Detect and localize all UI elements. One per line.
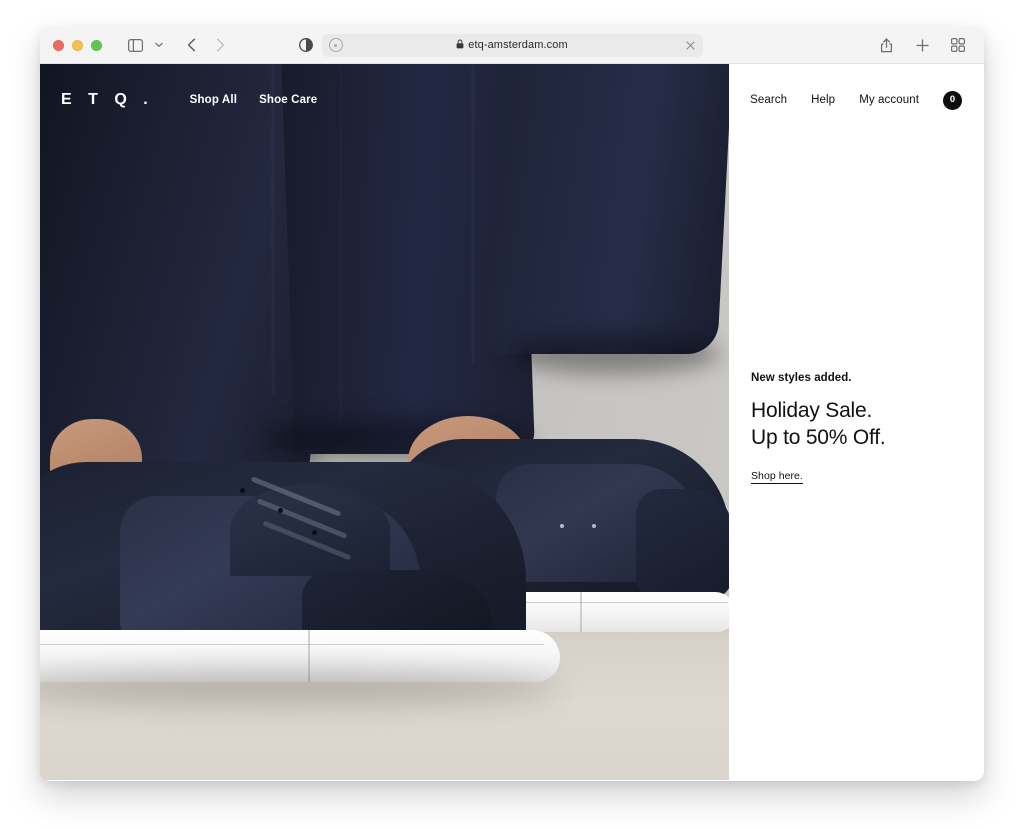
url-text: etq-amsterdam.com bbox=[468, 39, 568, 51]
chevron-down-icon[interactable] bbox=[151, 33, 167, 57]
toolbar-right-group bbox=[873, 33, 971, 57]
close-window-button[interactable] bbox=[53, 39, 64, 51]
brand-logo[interactable]: E T Q . bbox=[61, 92, 154, 108]
close-icon[interactable] bbox=[685, 40, 695, 50]
screenshot-root: etq-amsterdam.com E T Q . Shop All Shoe … bbox=[0, 0, 1024, 829]
site-header: E T Q . Shop All Shoe Care Search Help M… bbox=[40, 64, 984, 136]
promo-block: New styles added. Holiday Sale. Up to 50… bbox=[751, 372, 966, 485]
hero-image bbox=[40, 64, 729, 780]
page-settings-icon[interactable] bbox=[328, 38, 343, 52]
minimize-window-button[interactable] bbox=[72, 39, 83, 51]
cart-count-badge[interactable]: 0 bbox=[943, 90, 962, 110]
nav-link-help[interactable]: Help bbox=[811, 94, 835, 106]
promo-eyebrow: New styles added. bbox=[751, 372, 852, 384]
website-viewport: E T Q . Shop All Shoe Care Search Help M… bbox=[40, 64, 984, 780]
forward-arrow-icon[interactable] bbox=[207, 33, 233, 57]
share-icon[interactable] bbox=[873, 33, 899, 57]
promo-cta-link[interactable]: Shop here. bbox=[751, 470, 803, 485]
nav-link-shoe-care[interactable]: Shoe Care bbox=[259, 94, 317, 106]
promo-headline-line-1: Holiday Sale. bbox=[751, 399, 873, 422]
lock-icon bbox=[456, 39, 464, 52]
promo-headline-line-2: Up to 50% Off. bbox=[751, 425, 886, 449]
browser-window: etq-amsterdam.com E T Q . Shop All Shoe … bbox=[40, 27, 984, 781]
toolbar-left-group bbox=[122, 33, 233, 57]
hero-cuff-shadow-right bbox=[510, 334, 720, 374]
nav-link-shop-all[interactable]: Shop All bbox=[190, 94, 237, 106]
address-bar[interactable]: etq-amsterdam.com bbox=[321, 33, 703, 57]
sidebar-toggle-icon[interactable] bbox=[122, 33, 148, 57]
nav-link-my-account[interactable]: My account bbox=[859, 94, 919, 106]
primary-nav: Shop All Shoe Care bbox=[190, 94, 318, 106]
tab-overview-icon[interactable] bbox=[945, 33, 971, 57]
appearance-contrast-icon[interactable] bbox=[295, 34, 317, 56]
browser-toolbar: etq-amsterdam.com bbox=[40, 27, 984, 64]
back-arrow-icon[interactable] bbox=[178, 33, 204, 57]
utility-nav: Search Help My account 0 bbox=[750, 90, 962, 110]
window-controls bbox=[53, 39, 102, 51]
nav-link-search[interactable]: Search bbox=[750, 94, 787, 106]
zoom-window-button[interactable] bbox=[91, 39, 102, 51]
address-bar-content: etq-amsterdam.com bbox=[456, 39, 568, 52]
plus-icon[interactable] bbox=[909, 33, 935, 57]
promo-panel: New styles added. Holiday Sale. Up to 50… bbox=[729, 64, 984, 780]
